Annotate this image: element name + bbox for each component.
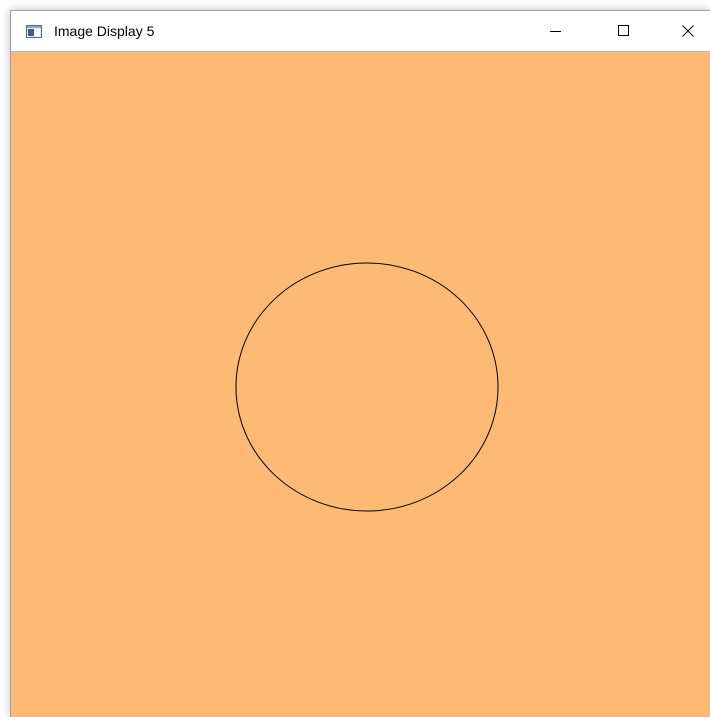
close-icon (682, 25, 694, 37)
image-canvas[interactable] (11, 52, 710, 717)
canvas-background (11, 52, 710, 717)
image-window-icon (26, 25, 42, 38)
title-bar[interactable]: Image Display 5 (11, 11, 710, 52)
close-button[interactable] (665, 11, 710, 51)
minimize-button[interactable] (533, 11, 579, 51)
image-display-window: Image Display 5 (10, 10, 710, 717)
maximize-icon (618, 25, 629, 36)
minimize-icon (550, 31, 561, 32)
maximize-button[interactable] (601, 11, 647, 51)
window-title: Image Display 5 (54, 23, 155, 39)
